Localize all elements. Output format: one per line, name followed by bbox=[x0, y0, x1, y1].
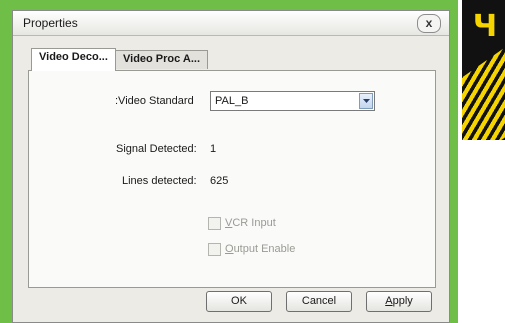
dropdown-button[interactable] bbox=[359, 93, 373, 109]
lines-detected-value: 625 bbox=[210, 175, 229, 187]
close-button[interactable]: x bbox=[417, 14, 441, 33]
vcr-input-box[interactable] bbox=[208, 217, 221, 230]
vcr-input-label: VCR Input bbox=[225, 217, 276, 229]
video-standard-value: PAL_B bbox=[215, 95, 249, 107]
close-icon: x bbox=[425, 16, 433, 30]
cancel-button[interactable]: Cancel bbox=[286, 291, 352, 312]
output-enable-checkbox[interactable]: Output Enable bbox=[208, 243, 318, 257]
ok-button[interactable]: OK bbox=[206, 291, 272, 312]
output-enable-label: Output Enable bbox=[225, 243, 296, 255]
signal-detected-value: 1 bbox=[210, 143, 217, 155]
tab-panel-video-decoder: :Video Standard PAL_B Signal Detected: 1… bbox=[28, 70, 436, 288]
signal-detected-label: Signal Detected: bbox=[116, 143, 197, 155]
apply-button[interactable]: Apply bbox=[366, 291, 432, 312]
video-standard-label: :Video Standard bbox=[115, 95, 194, 107]
video-standard-select[interactable]: PAL_B bbox=[210, 91, 375, 111]
vcr-input-checkbox[interactable]: VCR Input bbox=[208, 217, 318, 231]
window-title: Properties bbox=[23, 16, 78, 30]
tab-video-decoder[interactable]: Video Deco... bbox=[31, 48, 116, 71]
badge-glyph: Ч bbox=[472, 9, 498, 44]
lines-detected-label: Lines detected: bbox=[122, 175, 197, 187]
chevron-down-icon bbox=[363, 99, 370, 103]
tab-video-proc-amp[interactable]: Video Proc A... bbox=[115, 50, 209, 69]
properties-dialog: Properties x Video Deco... Video Proc A.… bbox=[12, 10, 450, 323]
output-enable-box[interactable] bbox=[208, 243, 221, 256]
magazine-badge: Ч bbox=[462, 0, 505, 140]
title-bar: Properties x bbox=[13, 11, 449, 36]
